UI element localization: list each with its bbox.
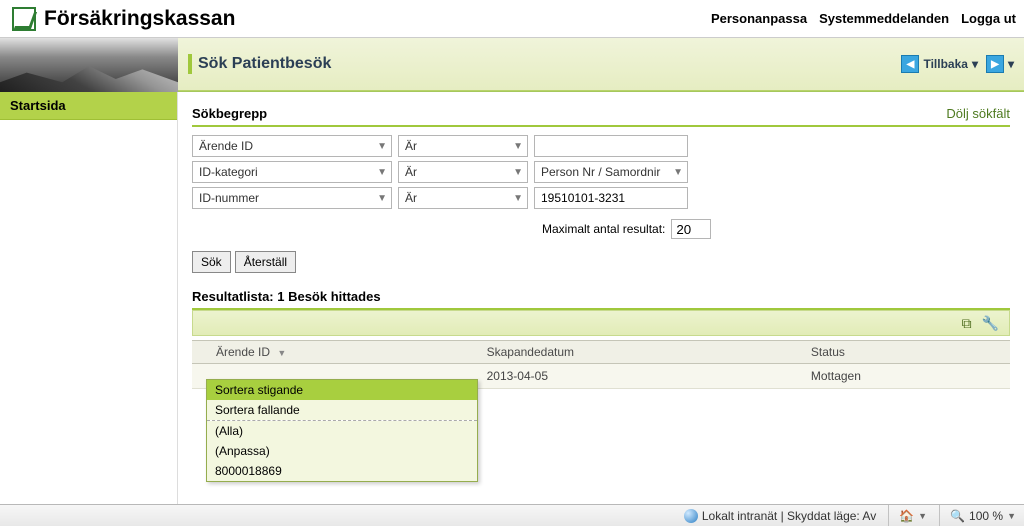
cell-datum: 2013-04-05	[479, 364, 803, 389]
title-actions: ◀ Tillbaka ▾ ▶ ▾	[901, 55, 1014, 73]
link-personalize[interactable]: Personanpassa	[711, 11, 807, 26]
back-menu-chevron-icon[interactable]: ▾	[972, 57, 978, 71]
value-input-2[interactable]	[534, 187, 688, 209]
operator-select-2[interactable]: Är ▼	[398, 187, 528, 209]
link-logout[interactable]: Logga ut	[961, 11, 1016, 26]
col-label: Ärende ID	[216, 345, 270, 359]
menu-sort-asc[interactable]: Sortera stigande	[207, 380, 477, 400]
chevron-down-icon: ▼	[377, 141, 387, 152]
value-label: Person Nr / Samordnir	[541, 165, 660, 179]
chevron-down-icon: ▼	[513, 193, 523, 204]
top-links: Personanpassa Systemmeddelanden Logga ut	[711, 11, 1016, 26]
operator-select-0[interactable]: Är ▼	[398, 135, 528, 157]
menu-custom[interactable]: (Anpassa)	[207, 441, 477, 461]
op-label: Är	[405, 191, 417, 205]
reset-button[interactable]: Återställ	[235, 251, 296, 273]
hero-image	[0, 38, 178, 92]
sidebar: Startsida	[0, 92, 178, 504]
chevron-down-icon: ▼	[513, 141, 523, 152]
field-label: ID-kategori	[199, 165, 258, 179]
chevron-down-icon: ▼	[1007, 511, 1016, 521]
search-button[interactable]: Sök	[192, 251, 231, 273]
zoom-segment[interactable]: 🔍 100 % ▼	[939, 505, 1016, 526]
field-select-id-nummer[interactable]: ID-nummer ▼	[192, 187, 392, 209]
brand-name: Försäkringskassan	[44, 7, 235, 31]
col-status[interactable]: Status	[803, 341, 1010, 364]
col-label: Skapandedatum	[487, 345, 574, 359]
zone-segment: Lokalt intranät | Skyddat läge: Av	[674, 505, 876, 526]
forward-menu-chevron-icon[interactable]: ▾	[1008, 57, 1014, 71]
chevron-down-icon: ▼	[377, 193, 387, 204]
chevron-down-icon: ▼	[673, 167, 683, 178]
field-select-id-kategori[interactable]: ID-kategori ▼	[192, 161, 392, 183]
zone-text: Lokalt intranät | Skyddat läge: Av	[702, 509, 876, 523]
title-accent-icon	[188, 54, 192, 74]
page-title: Sök Patientbesök	[188, 54, 331, 74]
operator-select-1[interactable]: Är ▼	[398, 161, 528, 183]
field-label: Ärende ID	[199, 139, 253, 153]
value-select-1[interactable]: Person Nr / Samordnir ▼	[534, 161, 688, 183]
chevron-down-icon: ▼	[918, 511, 927, 521]
col-arende-id[interactable]: Ärende ID ▼	[208, 341, 479, 364]
field-label: ID-nummer	[199, 191, 259, 205]
menu-value-8000018869[interactable]: 8000018869	[207, 461, 477, 481]
search-heading: Sökbegrepp	[192, 106, 267, 121]
col-label: Status	[811, 345, 845, 359]
results-heading: Resultatlista: 1 Besök hittades	[192, 289, 1010, 310]
protected-mode-segment[interactable]: 🏠 ▼	[888, 505, 927, 526]
chevron-down-icon: ▼	[277, 348, 286, 358]
col-skapandedatum[interactable]: Skapandedatum	[479, 341, 803, 364]
statusbar: Lokalt intranät | Skyddat läge: Av 🏠 ▼ 🔍…	[0, 504, 1024, 526]
link-system-messages[interactable]: Systemmeddelanden	[819, 11, 949, 26]
toggle-search-fields[interactable]: Dölj sökfält	[946, 106, 1010, 121]
op-label: Är	[405, 139, 417, 153]
forward-icon[interactable]: ▶	[986, 55, 1004, 73]
zoom-icon: 🔍	[950, 509, 965, 523]
row-selector-header[interactable]	[192, 341, 208, 364]
export-icon[interactable]: ⧉	[962, 315, 972, 332]
column-filter-menu: Sortera stigande Sortera fallande (Alla)…	[206, 379, 478, 482]
sidebar-item-startsida[interactable]: Startsida	[0, 92, 177, 120]
value-input-0[interactable]	[534, 135, 688, 157]
zoom-text: 100 %	[969, 509, 1003, 523]
chevron-down-icon: ▼	[377, 167, 387, 178]
globe-icon	[684, 509, 698, 523]
back-icon[interactable]: ◀	[901, 55, 919, 73]
chevron-down-icon: ▼	[513, 167, 523, 178]
back-label[interactable]: Tillbaka	[923, 57, 967, 71]
brand-logo-icon	[12, 7, 36, 31]
menu-sort-desc[interactable]: Sortera fallande	[207, 400, 477, 420]
brand: Försäkringskassan	[12, 7, 235, 31]
page-title-text: Sök Patientbesök	[198, 55, 331, 73]
results-toolbar: ⧉ 🔧	[192, 310, 1010, 336]
field-select-arende-id[interactable]: Ärende ID ▼	[192, 135, 392, 157]
settings-icon[interactable]: 🔧	[982, 315, 999, 332]
menu-all[interactable]: (Alla)	[207, 421, 477, 441]
max-results-label: Maximalt antal resultat:	[542, 222, 665, 236]
op-label: Är	[405, 165, 417, 179]
max-results-input[interactable]	[671, 219, 711, 239]
shield-icon: 🏠	[899, 509, 914, 523]
cell-status: Mottagen	[803, 364, 1010, 389]
